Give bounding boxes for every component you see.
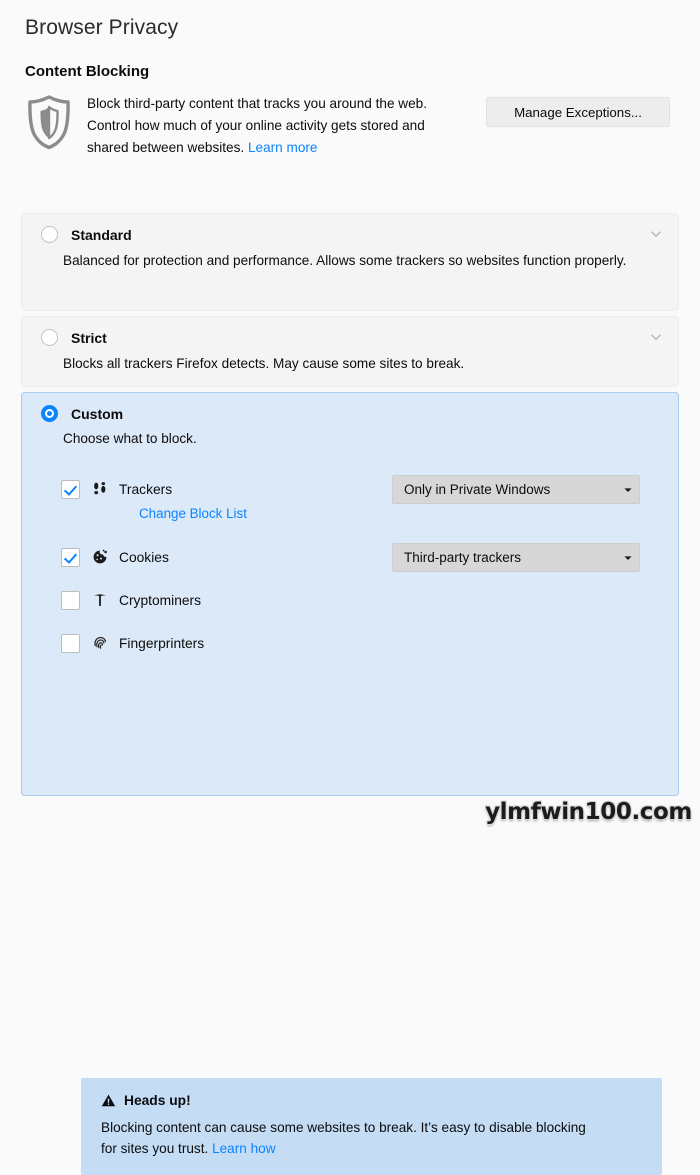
learn-more-link[interactable]: Learn more <box>248 140 318 155</box>
strict-description: Blocks all trackers Firefox detects. May… <box>63 356 465 371</box>
site-watermark: ylmfwin100.com <box>485 799 692 825</box>
shield-icon <box>25 95 73 154</box>
standard-label: Standard <box>71 226 132 243</box>
page-title: Browser Privacy <box>25 16 179 39</box>
custom-sub-label: Choose what to block. <box>63 431 197 446</box>
checkbox-row-cryptominers[interactable]: Cryptominers <box>22 587 678 613</box>
heads-up-body-text: Blocking content can cause some websites… <box>101 1120 586 1156</box>
fingerprint-icon <box>91 634 109 652</box>
cryptominers-label: Cryptominers <box>119 592 202 608</box>
checkbox-cookies[interactable] <box>61 547 80 567</box>
footprints-icon <box>91 480 109 498</box>
shield-icon-wrap <box>25 92 87 155</box>
standard-description: Balanced for protection and performance.… <box>63 253 627 268</box>
custom-header: Custom <box>22 393 678 422</box>
option-panel-strict[interactable]: Strict Blocks all trackers Firefox detec… <box>21 316 679 387</box>
content-blocking-description: Block third-party content that tracks yo… <box>87 92 432 159</box>
chevron-down-icon[interactable] <box>649 330 663 344</box>
heads-up-title-row: Heads up! <box>101 1093 642 1108</box>
dropdown-trackers-value: Only in Private Windows <box>404 482 551 497</box>
checkbox-trackers[interactable] <box>61 479 80 499</box>
section-title-content-blocking: Content Blocking <box>25 63 150 80</box>
standard-header: Standard <box>22 214 678 243</box>
strict-label: Strict <box>71 329 107 346</box>
fingerprinters-label: Fingerprinters <box>119 635 205 651</box>
checkbox-row-fingerprinters[interactable]: Fingerprinters <box>22 630 678 656</box>
cookie-icon <box>91 548 109 566</box>
checkbox-cryptominers[interactable] <box>61 590 80 610</box>
dropdown-arrow-icon <box>617 554 639 562</box>
trackers-label: Trackers <box>119 481 173 497</box>
radio-strict[interactable] <box>41 329 58 346</box>
custom-label: Custom <box>71 405 124 422</box>
heads-up-title: Heads up! <box>124 1093 191 1108</box>
heads-up-body: Blocking content can cause some websites… <box>101 1117 601 1159</box>
chevron-down-icon[interactable] <box>649 227 663 241</box>
checkbox-fingerprinters[interactable] <box>61 633 80 653</box>
warning-triangle-icon <box>101 1093 116 1108</box>
radio-standard[interactable] <box>41 226 58 243</box>
dropdown-trackers-scope[interactable]: Only in Private Windows <box>392 475 640 504</box>
radio-custom[interactable] <box>41 405 58 422</box>
heads-up-notice: Heads up! Blocking content can cause som… <box>81 1078 662 1175</box>
option-panel-custom[interactable]: Custom Choose what to block. Trackers Ch… <box>21 392 679 1175</box>
pickaxe-icon <box>91 591 109 609</box>
dropdown-cookies-scope[interactable]: Third-party trackers <box>392 543 640 572</box>
learn-how-link[interactable]: Learn how <box>212 1141 275 1156</box>
manage-exceptions-button[interactable]: Manage Exceptions... <box>486 97 670 127</box>
dropdown-arrow-icon <box>617 486 639 494</box>
change-block-list-link[interactable]: Change Block List <box>139 506 247 521</box>
cookies-label: Cookies <box>119 549 169 565</box>
option-panel-standard[interactable]: Standard Balanced for protection and per… <box>21 213 679 311</box>
dropdown-cookies-value: Third-party trackers <box>404 550 522 565</box>
strict-header: Strict <box>22 317 678 346</box>
